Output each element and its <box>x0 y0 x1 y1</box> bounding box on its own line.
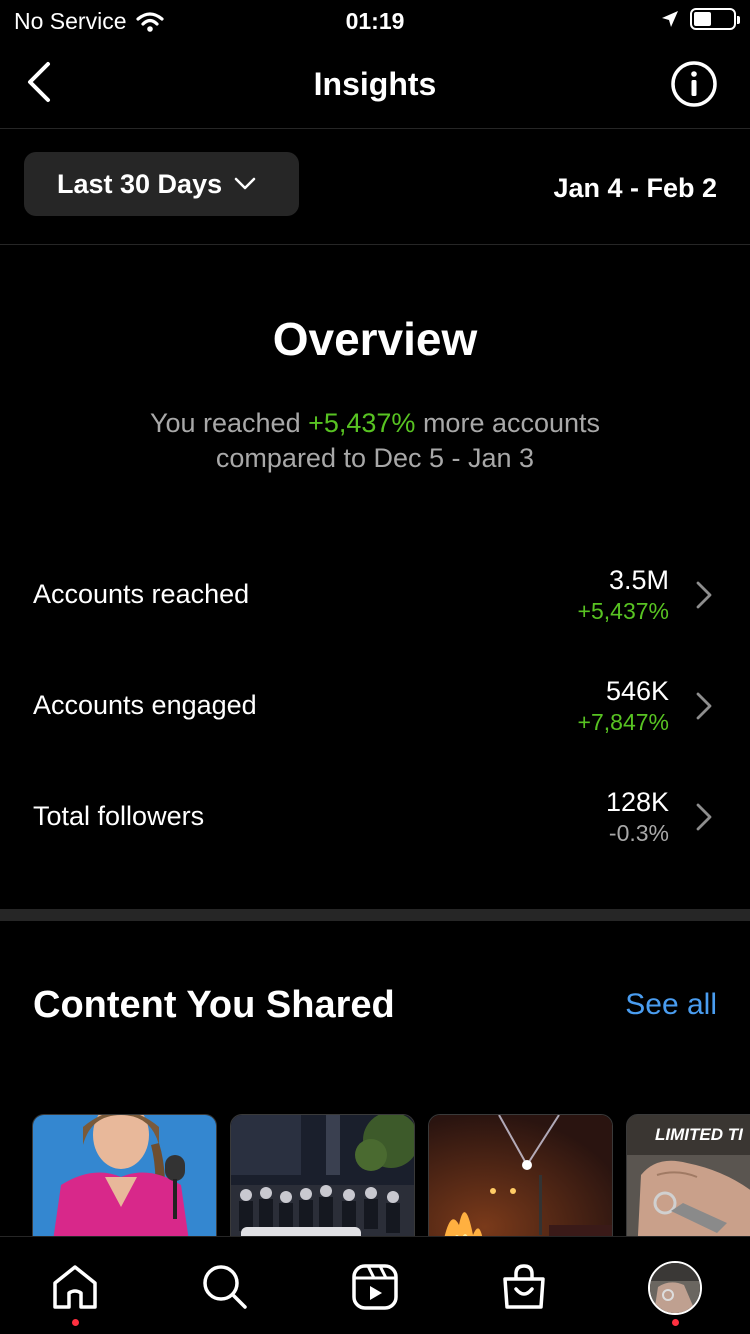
thumbnail-image <box>33 1115 216 1239</box>
chevron-right-icon <box>696 581 712 609</box>
summary-prefix: You reached <box>149 408 309 438</box>
page-title: Insights <box>313 66 437 102</box>
battery-fill <box>694 12 712 26</box>
metric-label: Accounts reached <box>33 579 250 609</box>
filter-row: Last 30 Days Jan 4 - Feb 2 <box>0 129 750 245</box>
status-time: 01:19 <box>345 8 405 34</box>
thumbnail-night-fire[interactable] <box>428 1114 613 1239</box>
nav-header: Insights <box>0 40 750 129</box>
summary-highlight: +5,437% <box>308 408 416 438</box>
thumbnail-night-crowd[interactable] <box>230 1114 415 1239</box>
battery-icon <box>690 8 740 30</box>
summary-line2: compared to Dec 5 - Jan 3 <box>215 443 535 473</box>
metric-change: +5,437% <box>577 598 669 624</box>
date-range-dropdown[interactable]: Last 30 Days <box>24 152 299 216</box>
profile-avatar[interactable] <box>648 1261 702 1315</box>
date-range-dropdown-label: Last 30 Days <box>57 168 223 199</box>
date-range-text: Jan 4 - Feb 2 <box>553 173 717 203</box>
metric-value: 3.5M <box>608 565 669 595</box>
metric-value: 546K <box>605 676 669 706</box>
status-right <box>660 8 740 30</box>
thumbnail-image <box>429 1115 612 1239</box>
reels-icon[interactable] <box>349 1261 401 1313</box>
location-arrow-icon <box>662 11 678 27</box>
home-icon[interactable] <box>49 1261 101 1313</box>
metric-row-accounts-reached[interactable]: Accounts reached 3.5M +5,437% <box>0 565 750 665</box>
metric-label: Total followers <box>33 801 205 831</box>
overview-summary: You reached +5,437% more accounts compar… <box>75 406 675 476</box>
chevron-right-icon <box>696 803 712 831</box>
metric-row-total-followers[interactable]: Total followers 128K -0.3% <box>0 787 750 887</box>
thumbnail-overlay-text: LIMITED TI <box>655 1125 743 1144</box>
summary-suffix: more accounts <box>415 408 601 438</box>
thumbnail-person-pink-shirt[interactable] <box>32 1114 217 1239</box>
metric-row-accounts-engaged[interactable]: Accounts engaged 546K +7,847% <box>0 676 750 776</box>
status-bar: No Service 01:19 <box>0 0 750 40</box>
content-thumbnails: LIMITED TI <box>32 1114 750 1239</box>
see-all-link[interactable]: See all <box>625 988 717 1022</box>
metric-change: -0.3% <box>608 820 669 846</box>
overview-title: Overview <box>272 313 478 365</box>
content-section-title: Content You Shared <box>33 984 395 1026</box>
shop-icon[interactable] <box>498 1261 550 1313</box>
back-chevron-icon[interactable] <box>22 60 62 104</box>
avatar-image <box>650 1263 700 1313</box>
profile-notification-dot <box>672 1319 679 1326</box>
info-icon[interactable] <box>670 60 718 108</box>
search-icon[interactable] <box>199 1261 251 1313</box>
home-notification-dot <box>72 1319 79 1326</box>
thumbnail-image <box>231 1115 414 1239</box>
metric-change: +7,847% <box>577 709 669 735</box>
section-divider <box>0 909 750 921</box>
tab-bar <box>0 1236 750 1334</box>
metric-label: Accounts engaged <box>33 690 257 720</box>
metric-value: 128K <box>605 787 669 817</box>
chevron-down-icon <box>234 177 256 190</box>
chevron-right-icon <box>696 692 712 720</box>
thumbnail-hand-keychain[interactable]: LIMITED TI <box>626 1114 750 1239</box>
